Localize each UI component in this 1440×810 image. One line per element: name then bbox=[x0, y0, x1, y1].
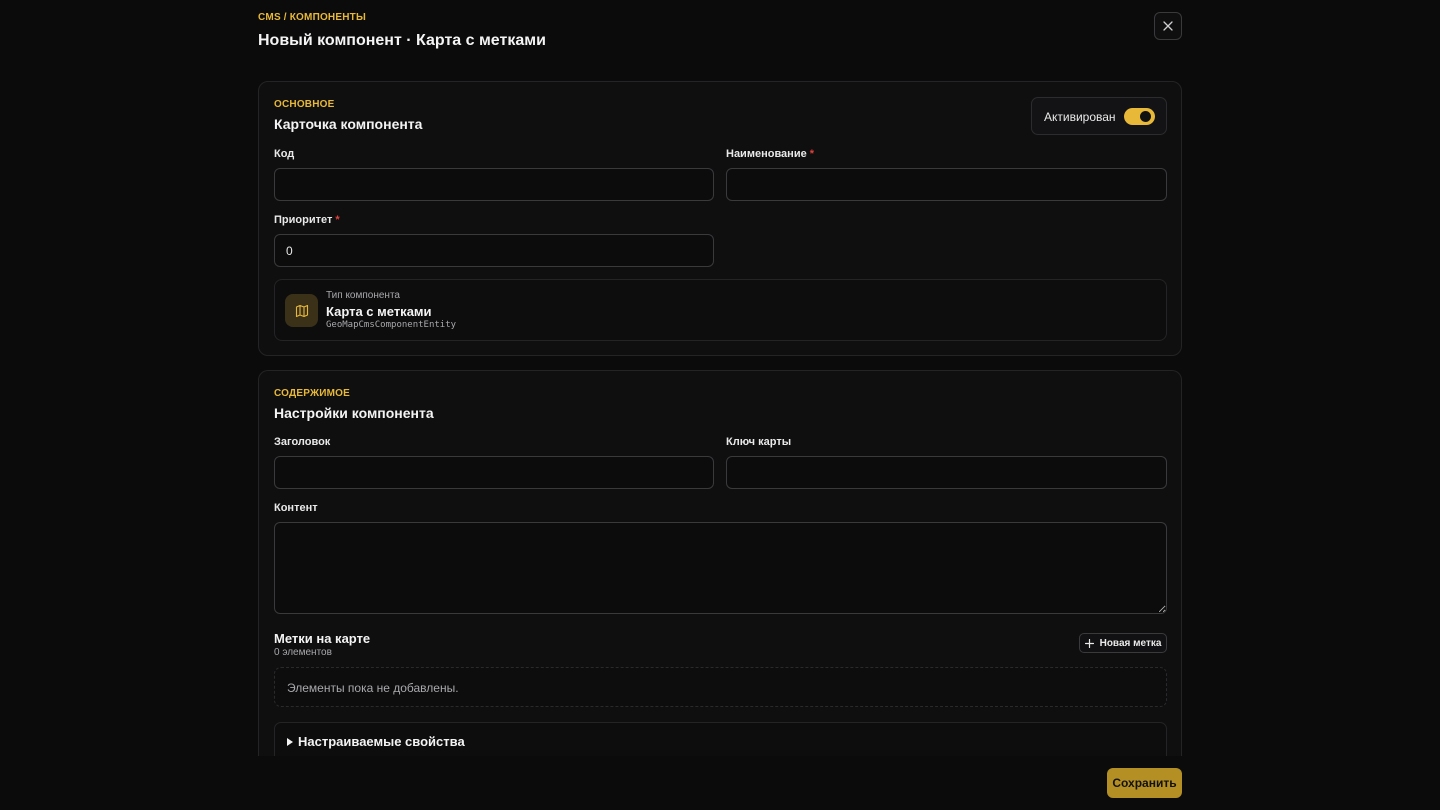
content-card: СОДЕРЖИМОЕ Настройки компонента Заголово… bbox=[258, 370, 1182, 810]
caret-right-icon bbox=[287, 737, 293, 746]
content-eyebrow: СОДЕРЖИМОЕ bbox=[274, 388, 350, 399]
plus-icon bbox=[1084, 638, 1094, 648]
map-key-input[interactable] bbox=[726, 456, 1167, 489]
heading-input[interactable] bbox=[274, 456, 714, 489]
breadcrumb[interactable]: CMS / КОМПОНЕНТЫ bbox=[258, 12, 1182, 23]
custom-properties-toggle[interactable]: Настраиваемые свойства bbox=[287, 734, 465, 749]
required-mark: * bbox=[335, 214, 340, 226]
content-textarea[interactable] bbox=[274, 522, 1167, 614]
priority-label-text: Приоритет bbox=[274, 214, 333, 226]
add-marker-label: Новая метка bbox=[1099, 637, 1162, 649]
close-button[interactable] bbox=[1154, 12, 1182, 40]
add-marker-button[interactable]: Новая метка bbox=[1079, 633, 1167, 653]
active-toggle-switch[interactable] bbox=[1124, 108, 1155, 125]
toggle-knob bbox=[1140, 111, 1151, 122]
type-caption: Тип компонента bbox=[326, 290, 400, 301]
code-label-text: Код bbox=[274, 148, 295, 160]
active-toggle-group: Активирован bbox=[1031, 97, 1167, 135]
type-name: Карта с метками bbox=[326, 304, 432, 319]
basic-card-title: Карточка компонента bbox=[274, 116, 423, 132]
name-label: Наименование * bbox=[726, 148, 814, 160]
type-entity: GeoMapCmsComponentEntity bbox=[326, 320, 457, 330]
footer-bar bbox=[0, 756, 1440, 810]
markers-title: Метки на карте bbox=[274, 631, 371, 646]
name-label-text: Наименование bbox=[726, 148, 807, 160]
map-icon bbox=[295, 304, 308, 317]
type-icon-wrap bbox=[285, 294, 318, 327]
name-input[interactable] bbox=[726, 168, 1167, 201]
page-header: CMS / КОМПОНЕНТЫ Новый компонент · Карта… bbox=[258, 12, 1182, 60]
content-label: Контент bbox=[274, 502, 318, 514]
required-mark: * bbox=[809, 148, 815, 160]
priority-label: Приоритет * bbox=[274, 214, 340, 226]
content-card-title: Настройки компонента bbox=[274, 405, 434, 421]
priority-input[interactable] bbox=[274, 234, 714, 267]
active-toggle-label: Активирован bbox=[1044, 110, 1116, 124]
markers-empty-state: Элементы пока не добавлены. bbox=[274, 667, 1167, 707]
custom-properties-label: Настраиваемые свойства bbox=[298, 734, 465, 749]
empty-text: Элементы пока не добавлены. bbox=[287, 681, 459, 695]
basic-eyebrow: ОСНОВНОЕ bbox=[274, 99, 335, 110]
map-key-label: Ключ карты bbox=[726, 436, 792, 448]
heading-label: Заголовок bbox=[274, 436, 331, 448]
component-type-box: Тип компонента Карта с метками GeoMapCms… bbox=[274, 279, 1167, 341]
close-icon bbox=[1163, 21, 1173, 31]
basic-card: ОСНОВНОЕ Карточка компонента Активирован… bbox=[258, 81, 1182, 356]
save-button[interactable]: Сохранить bbox=[1107, 768, 1182, 798]
page-title: Новый компонент · Карта с метками bbox=[258, 32, 546, 49]
markers-count: 0 элементов bbox=[274, 647, 332, 658]
code-label: Код bbox=[274, 148, 294, 160]
code-input[interactable] bbox=[274, 168, 714, 201]
